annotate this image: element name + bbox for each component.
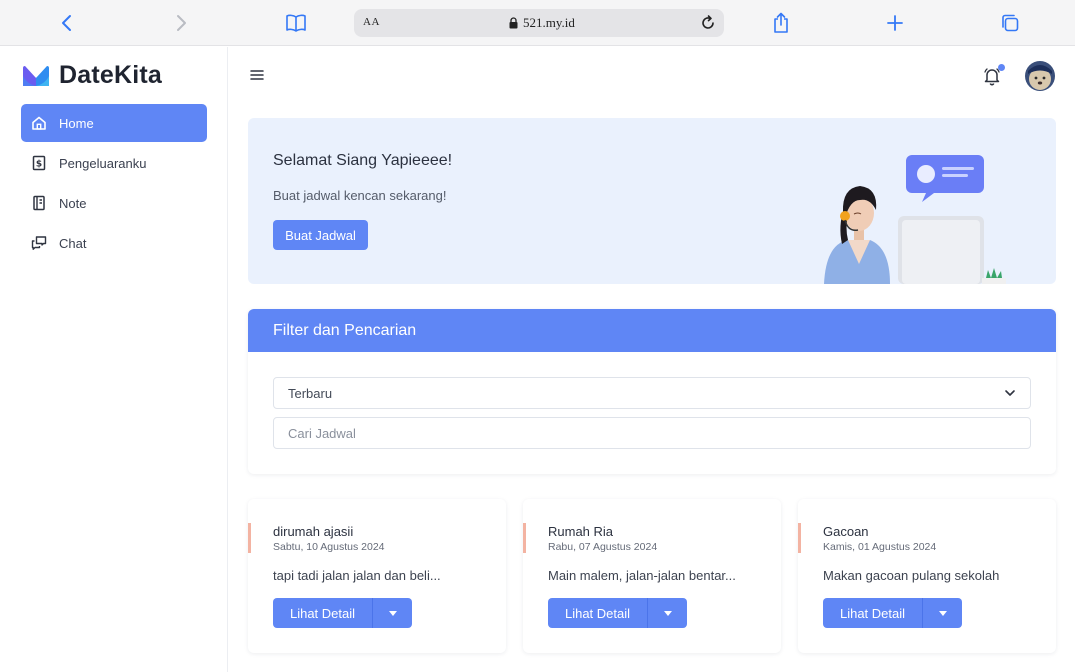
card-date: Kamis, 01 Agustus 2024 bbox=[823, 541, 937, 553]
detail-split-button: Lihat Detail bbox=[548, 598, 687, 628]
detail-split-button: Lihat Detail bbox=[273, 598, 412, 628]
datekita-logo-icon bbox=[23, 65, 49, 86]
share-icon[interactable] bbox=[768, 10, 794, 36]
sidebar-item-label: Chat bbox=[59, 235, 87, 251]
dropdown-toggle[interactable] bbox=[923, 598, 962, 628]
filter-panel: Filter dan Pencarian Terbaru Cari Jadwal bbox=[248, 309, 1056, 474]
view-detail-button[interactable]: Lihat Detail bbox=[823, 598, 923, 628]
reader-aa-button[interactable]: AA bbox=[363, 16, 380, 28]
create-schedule-button[interactable]: Buat Jadwal bbox=[273, 220, 368, 250]
sidebar-item-chat[interactable]: Chat bbox=[21, 224, 207, 262]
view-detail-button[interactable]: Lihat Detail bbox=[273, 598, 373, 628]
forward-icon[interactable] bbox=[168, 10, 194, 36]
greeting-subtitle: Buat jadwal kencan sekarang! bbox=[273, 188, 447, 203]
hamburger-menu-icon[interactable] bbox=[249, 67, 265, 83]
tabs-icon[interactable] bbox=[997, 10, 1023, 36]
notebook-icon bbox=[31, 195, 47, 211]
back-icon[interactable] bbox=[54, 10, 80, 36]
sidebar-item-label: Pengeluaranku bbox=[59, 155, 147, 171]
chevron-down-icon bbox=[1005, 390, 1015, 396]
caret-down-icon bbox=[938, 610, 947, 616]
welcome-banner: Selamat Siang Yapieeee! Buat jadwal kenc… bbox=[248, 118, 1056, 284]
card-description: Makan gacoan pulang sekolah bbox=[823, 568, 1000, 583]
card-description: tapi tadi jalan jalan dan beli... bbox=[273, 568, 441, 583]
support-agent-illustration bbox=[824, 155, 1006, 284]
sidebar-nav: Home $ Pengeluaranku Note Chat bbox=[21, 104, 207, 264]
svg-text:$: $ bbox=[36, 160, 42, 170]
schedule-card: dirumah ajasii Sabtu, 10 Agustus 2024 ta… bbox=[248, 499, 506, 653]
card-title: Rumah Ria bbox=[548, 524, 614, 539]
caret-down-icon bbox=[663, 610, 672, 616]
chat-icon bbox=[31, 235, 47, 251]
brand-logo[interactable]: DateKita bbox=[21, 61, 162, 90]
sidebar-item-pengeluaranku[interactable]: $ Pengeluaranku bbox=[21, 144, 207, 182]
caret-down-icon bbox=[388, 610, 397, 616]
browser-toolbar: AA 521.my.id bbox=[0, 0, 1075, 46]
dropdown-toggle[interactable] bbox=[373, 598, 412, 628]
card-accent-bar bbox=[798, 523, 801, 553]
brand-name: DateKita bbox=[59, 61, 163, 89]
home-icon bbox=[31, 115, 47, 131]
url-text: 521.my.id bbox=[523, 15, 575, 30]
reload-icon[interactable] bbox=[698, 13, 718, 33]
receipt-icon: $ bbox=[31, 155, 47, 171]
sidebar-item-note[interactable]: Note bbox=[21, 184, 207, 222]
dropdown-toggle[interactable] bbox=[648, 598, 687, 628]
sort-select[interactable]: Terbaru bbox=[273, 377, 1031, 409]
sidebar-item-label: Home bbox=[59, 115, 94, 131]
filter-panel-title: Filter dan Pencarian bbox=[248, 309, 1056, 352]
lock-icon bbox=[509, 17, 518, 29]
address-bar[interactable]: AA 521.my.id bbox=[354, 9, 724, 37]
card-date: Rabu, 07 Agustus 2024 bbox=[548, 541, 658, 553]
card-accent-bar bbox=[248, 523, 251, 553]
notification-dot bbox=[998, 64, 1005, 71]
avatar[interactable] bbox=[1025, 61, 1055, 91]
plus-icon[interactable] bbox=[882, 10, 908, 36]
schedule-card: Rumah Ria Rabu, 07 Agustus 2024 Main mal… bbox=[523, 499, 781, 653]
card-title: Gacoan bbox=[823, 524, 869, 539]
card-description: Main malem, jalan-jalan bentar... bbox=[548, 568, 736, 583]
sidebar: DateKita Home $ Pengeluaranku Note Chat bbox=[0, 47, 228, 672]
book-icon[interactable] bbox=[283, 10, 309, 36]
view-detail-button[interactable]: Lihat Detail bbox=[548, 598, 648, 628]
sidebar-item-label: Note bbox=[59, 195, 87, 211]
detail-split-button: Lihat Detail bbox=[823, 598, 962, 628]
card-date: Sabtu, 10 Agustus 2024 bbox=[273, 541, 385, 553]
greeting-title: Selamat Siang Yapieeee! bbox=[273, 152, 453, 169]
card-title: dirumah ajasii bbox=[273, 524, 354, 539]
sort-select-value: Terbaru bbox=[288, 385, 333, 401]
schedule-card: Gacoan Kamis, 01 Agustus 2024 Makan gaco… bbox=[798, 499, 1056, 653]
search-schedule-input[interactable]: Cari Jadwal bbox=[273, 417, 1031, 449]
sidebar-item-home[interactable]: Home bbox=[21, 104, 207, 142]
card-accent-bar bbox=[523, 523, 526, 553]
